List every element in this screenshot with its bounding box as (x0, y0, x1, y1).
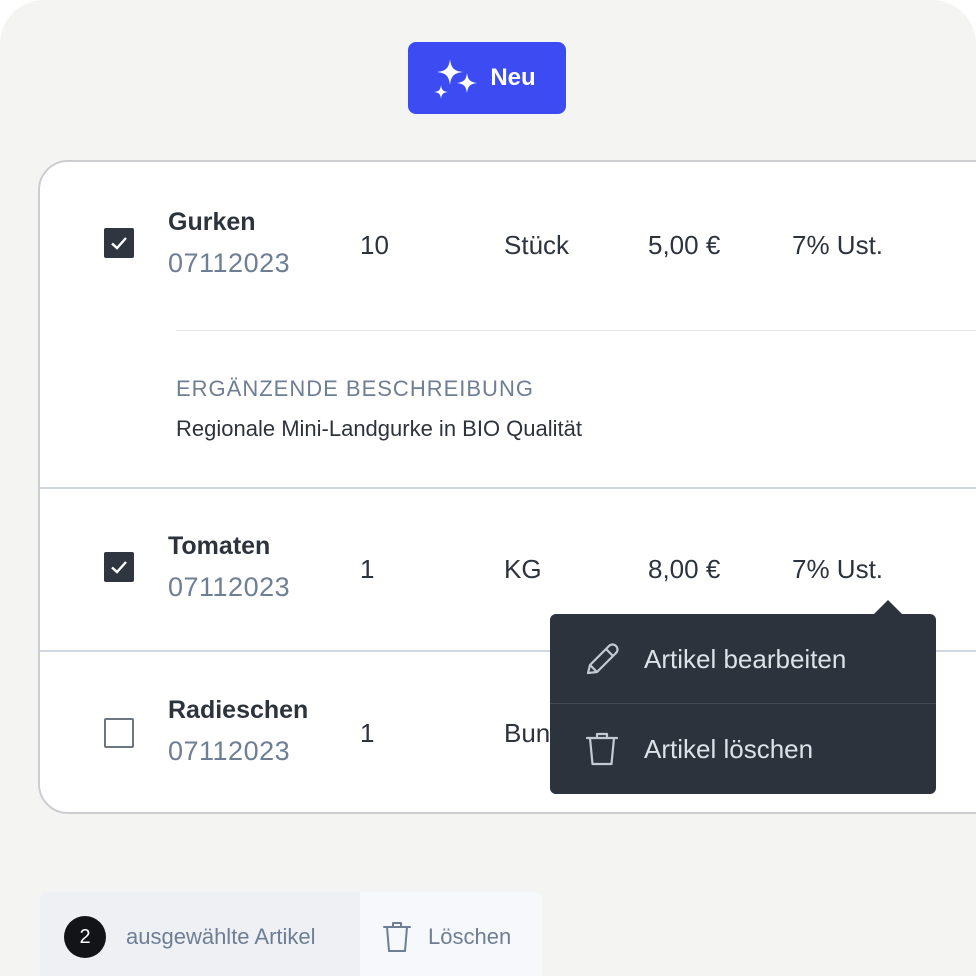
article-code: 07112023 (168, 736, 291, 766)
article-unit: Stück (504, 230, 570, 260)
app-canvas: Neu Gurken 07112023 10 Stück 5,00 € 7% U… (0, 0, 976, 976)
article-code: 07112023 (168, 572, 291, 602)
row-checkbox-tomaten[interactable] (104, 552, 134, 582)
menu-item-edit-article[interactable]: Artikel bearbeiten (550, 614, 936, 704)
selected-articles-label: ausgewählte Artikel (126, 924, 316, 949)
article-quantity: 1 (360, 554, 375, 584)
sparkles-icon (434, 59, 478, 99)
delete-selected-label: Löschen (428, 924, 512, 949)
menu-item-label: Artikel löschen (644, 733, 814, 764)
article-quantity: 1 (360, 718, 375, 748)
description-text: Regionale Mini-Landgurke in BIO Qualität (176, 416, 583, 441)
article-unit: Bun (504, 718, 551, 748)
menu-item-label: Artikel bearbeiten (644, 643, 847, 674)
context-menu: Artikel bearbeiten Artikel löschen (550, 600, 936, 794)
article-price: 5,00 € (648, 230, 721, 260)
menu-item-delete-article[interactable]: Artikel löschen (550, 704, 936, 794)
description-label: ERGÄNZENDE BESCHREIBUNG (176, 376, 534, 401)
pencil-icon (586, 643, 619, 675)
selected-count-badge: 2 (64, 916, 106, 958)
row-inner-divider (176, 330, 976, 331)
article-unit: KG (504, 554, 542, 584)
checkmark-icon (111, 237, 127, 250)
article-code: 07112023 (168, 248, 291, 278)
delete-selected-button[interactable]: Löschen (380, 914, 511, 960)
article-price: 8,00 € (648, 554, 721, 584)
article-name: Radieschen (168, 696, 309, 724)
selection-bar: 2 ausgewählte Artikel Löschen (40, 892, 542, 976)
row-divider (40, 487, 976, 489)
article-name: Gurken (168, 208, 256, 236)
article-tax: 7% Ust. (792, 230, 884, 260)
row-checkbox-gurken[interactable] (104, 228, 134, 258)
trash-icon (585, 732, 619, 766)
row-checkbox-radieschen[interactable] (104, 718, 134, 748)
trash-icon (383, 922, 411, 952)
new-button-label: Neu (490, 64, 536, 91)
checkmark-icon (111, 561, 127, 574)
article-quantity: 10 (360, 230, 389, 260)
new-button[interactable]: Neu (408, 42, 566, 114)
article-tax[interactable]: 7% Ust. (792, 554, 883, 585)
article-name: Tomaten (168, 532, 271, 560)
